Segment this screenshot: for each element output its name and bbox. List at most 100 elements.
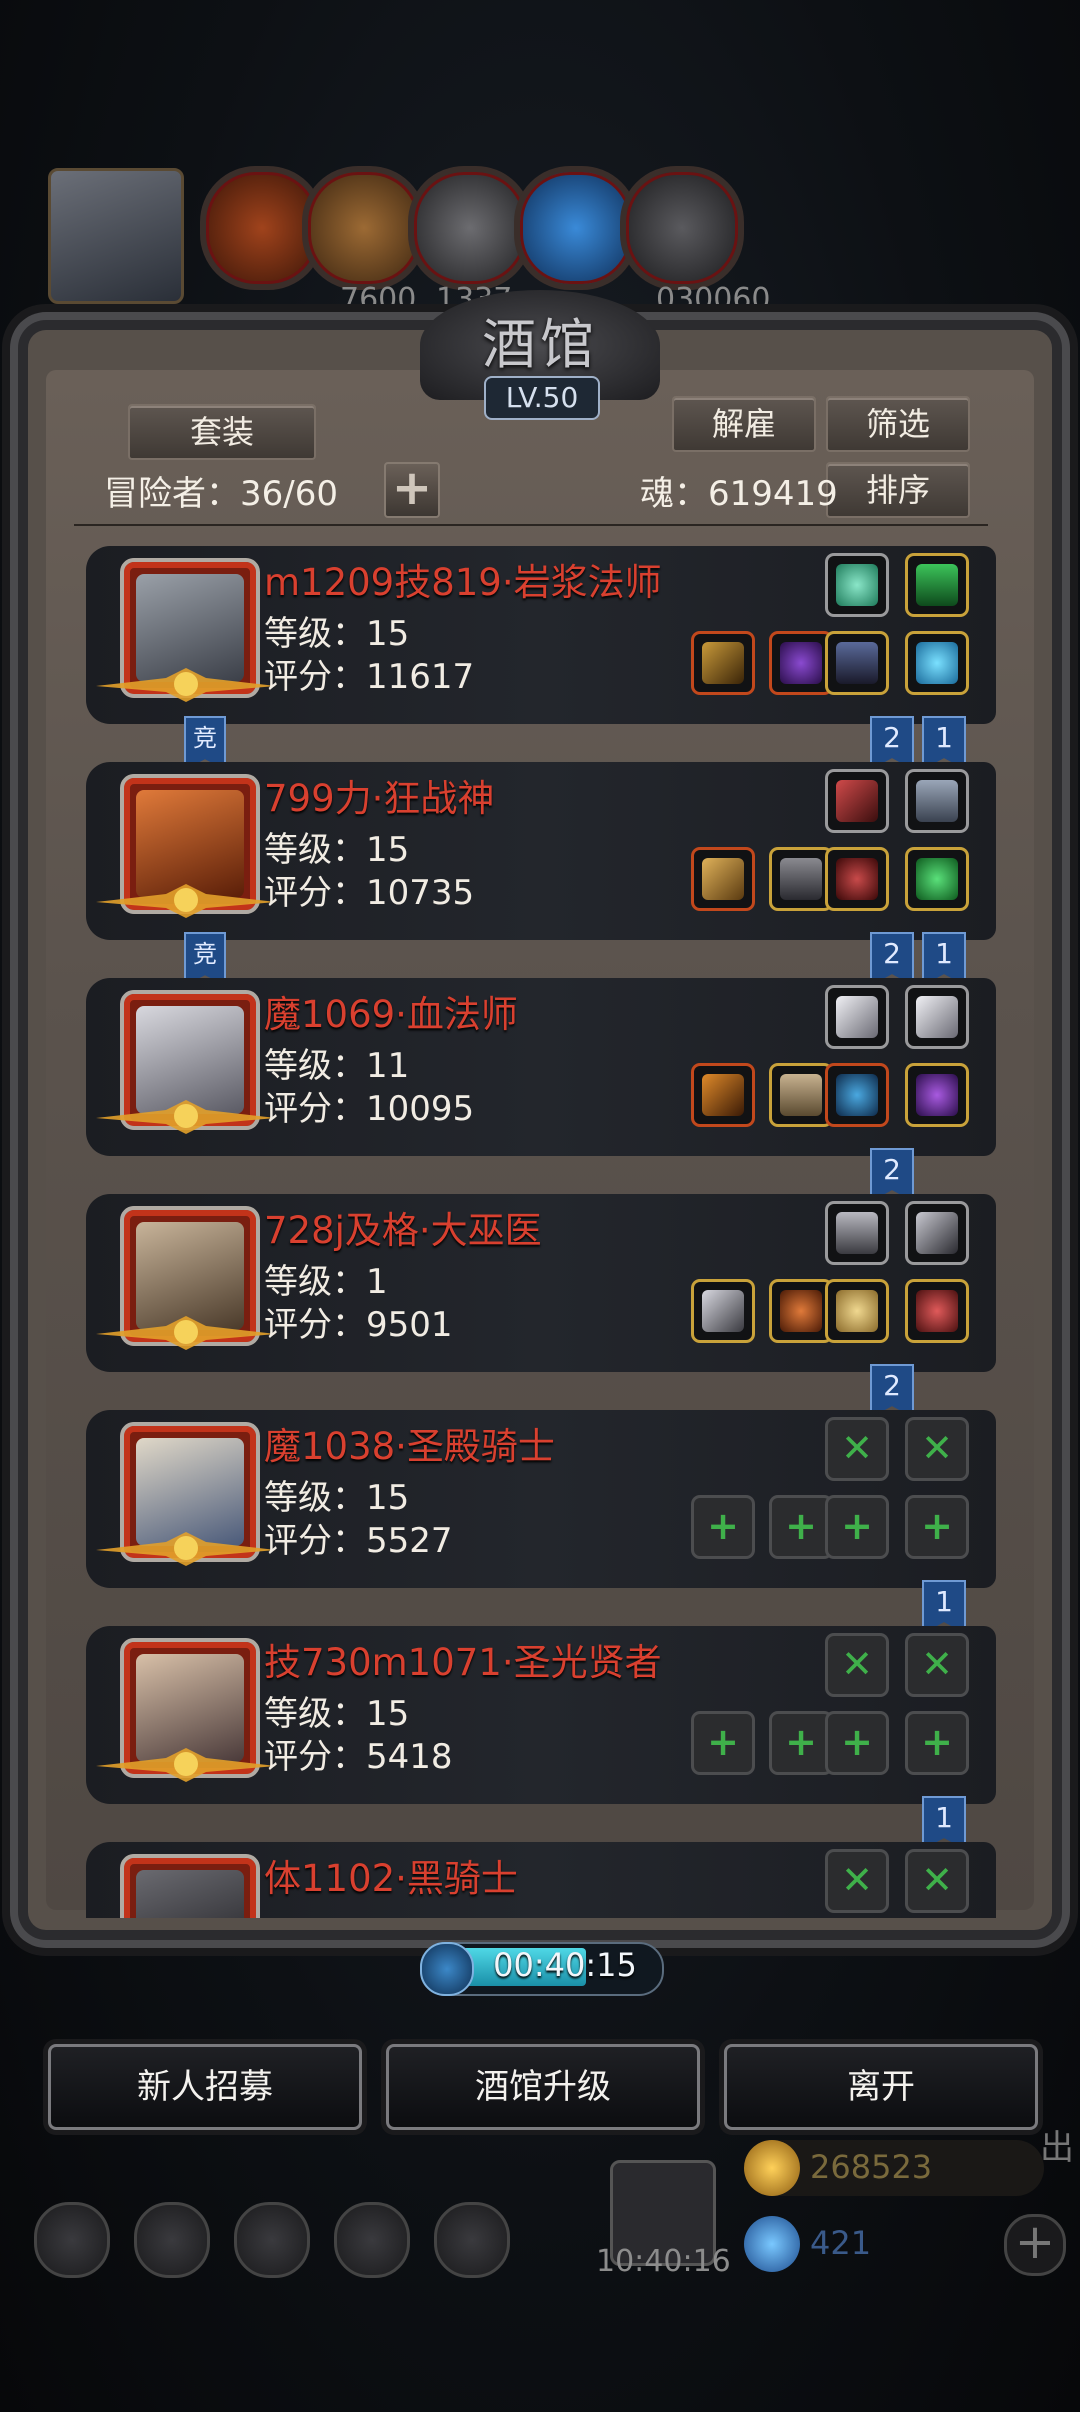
orb-slot[interactable]: [828, 1282, 886, 1340]
wing-slot[interactable]: [828, 988, 886, 1046]
hero-card[interactable]: 体1102·黑骑士 ✕ ✕: [86, 1842, 996, 1918]
rank-wing-icon: [96, 1748, 276, 1782]
staff-slot[interactable]: [694, 1066, 752, 1124]
feather-slot[interactable]: [828, 772, 886, 830]
rank-wing-icon: [96, 1316, 276, 1350]
dismiss-button[interactable]: 解雇: [672, 396, 816, 452]
hero-card[interactable]: 魔1038·圣殿骑士 等级：15 评分：5527 ✕ ✕ + + + +: [86, 1410, 996, 1588]
expand-capacity-button[interactable]: +: [384, 462, 440, 518]
helmet-slot[interactable]: [828, 850, 886, 908]
menu-icon[interactable]: [34, 2202, 110, 2278]
hero-name: 魔1038·圣殿骑士: [264, 1425, 555, 1468]
hero-list[interactable]: m1209技819·岩浆法师 等级：15 评分：11617 竞 2 1 799力…: [56, 536, 996, 1918]
empty-equip-slot[interactable]: ✕: [908, 1852, 966, 1910]
empty-armor-slot[interactable]: +: [772, 1714, 830, 1772]
iron-amount: 030060: [656, 282, 771, 317]
empty-armor-slot[interactable]: +: [772, 1498, 830, 1556]
top-resource-bar: 7600 1337 030060: [40, 160, 1060, 317]
filter-button[interactable]: 筛选: [826, 396, 970, 452]
gift-timer: 10:40:16: [596, 2244, 731, 2279]
gem-icon: [744, 2216, 800, 2272]
header-divider: [74, 524, 988, 526]
hero-level: 等级：15: [264, 1694, 410, 1734]
dice-icon[interactable]: [434, 2202, 510, 2278]
dagger-slot[interactable]: [908, 1204, 966, 1262]
clock-icon: [420, 1942, 474, 1996]
upgrade-tavern-button[interactable]: 酒馆升级: [386, 2044, 700, 2130]
tavern-level-badge: LV.50: [484, 376, 600, 420]
hero-card[interactable]: 魔1069·血法师 等级：11 评分：10095: [86, 978, 996, 1156]
hero-card[interactable]: 799力·狂战神 等级：15 评分：10735: [86, 762, 996, 940]
leave-button[interactable]: 离开: [724, 2044, 1038, 2130]
empty-weapon-slot[interactable]: +: [694, 1498, 752, 1556]
hero-score: 评分：10095: [264, 1089, 475, 1129]
emblem-slot[interactable]: [828, 1204, 886, 1262]
empty-weapon-slot[interactable]: +: [694, 1714, 752, 1772]
gold-amount: 268523: [810, 2148, 933, 2186]
hero-score: 评分：5527: [264, 1521, 453, 1561]
ring-slot[interactable]: [908, 634, 966, 692]
empty-accessory-slot[interactable]: +: [828, 1498, 886, 1556]
armor-slot[interactable]: [772, 1282, 830, 1340]
gold-coin-icon: [744, 2140, 800, 2196]
sort-button[interactable]: 排序: [826, 462, 970, 518]
hero-score: 评分：9501: [264, 1305, 453, 1345]
recruit-button[interactable]: 新人招募: [48, 2044, 362, 2130]
ring-slot[interactable]: [908, 1066, 966, 1124]
armor-slot[interactable]: [772, 634, 830, 692]
axe-slot[interactable]: [694, 850, 752, 908]
weapon-slot[interactable]: [694, 634, 752, 692]
empty-accessory-slot[interactable]: +: [908, 1498, 966, 1556]
hero-name: 技730m1071·圣光贤者: [264, 1641, 662, 1684]
empty-equip-slot[interactable]: ✕: [828, 1852, 886, 1910]
wing-slot[interactable]: [908, 988, 966, 1046]
hero-name: 799力·狂战神: [264, 777, 495, 820]
offhand-slot[interactable]: [828, 634, 886, 692]
hero-level: 等级：11: [264, 1046, 410, 1086]
hero-card[interactable]: m1209技819·岩浆法师 等级：15 评分：11617: [86, 546, 996, 724]
offhand-slot[interactable]: [828, 1066, 886, 1124]
empty-equip-slot[interactable]: ✕: [828, 1420, 886, 1478]
iron-resource-icon[interactable]: [620, 166, 744, 290]
mail-icon[interactable]: [334, 2202, 410, 2278]
side-label: 出: [1040, 2128, 1074, 2168]
hero-name: 728j及格·大巫医: [264, 1209, 542, 1252]
hero-avatar-frame: [120, 1854, 260, 1918]
rank-wing-icon: [96, 668, 276, 702]
staff-slot[interactable]: [694, 1282, 752, 1340]
hero-name: 体1102·黑骑士: [264, 1857, 518, 1900]
hero-name: m1209技819·岩浆法师: [264, 561, 662, 604]
rank-wing-icon: [96, 1532, 276, 1566]
empty-accessory-slot[interactable]: +: [908, 1714, 966, 1772]
star-icon[interactable]: [134, 2202, 210, 2278]
set-button[interactable]: 套装: [128, 404, 316, 460]
scroll-slot[interactable]: [908, 772, 966, 830]
soul-count: 魂：619419: [640, 474, 838, 514]
hero-score: 评分：10735: [264, 873, 475, 913]
hero-level: 等级：1: [264, 1262, 388, 1302]
hero-level: 等级：15: [264, 614, 410, 654]
hero-score: 评分：11617: [264, 657, 475, 697]
hero-card[interactable]: 728j及格·大巫医 等级：1 评分：9501: [86, 1194, 996, 1372]
empty-equip-slot[interactable]: ✕: [828, 1636, 886, 1694]
ring-slot[interactable]: [908, 850, 966, 908]
timer-text: 00:40:15: [493, 1946, 637, 1984]
add-gems-button[interactable]: +: [1004, 2214, 1066, 2276]
necklace-slot[interactable]: [908, 1282, 966, 1340]
adventurer-count: 冒险者：36/60: [104, 474, 338, 514]
shop-icon[interactable]: [234, 2202, 310, 2278]
wood-amount: 7600: [340, 282, 417, 317]
hero-level: 等级：15: [264, 1478, 410, 1518]
hero-score: 评分：5418: [264, 1737, 453, 1777]
empty-equip-slot[interactable]: ✕: [908, 1420, 966, 1478]
empty-accessory-slot[interactable]: +: [828, 1714, 886, 1772]
book-slot[interactable]: [908, 556, 966, 614]
empty-equip-slot[interactable]: ✕: [908, 1636, 966, 1694]
armor-slot[interactable]: [772, 1066, 830, 1124]
gem-amount: 421: [810, 2224, 872, 2262]
hero-card[interactable]: 技730m1071·圣光贤者 等级：15 评分：5418 ✕ ✕ + + + +: [86, 1626, 996, 1804]
player-portrait[interactable]: [48, 168, 184, 304]
hero-level: 等级：15: [264, 830, 410, 870]
armor-slot[interactable]: [772, 850, 830, 908]
amulet-slot[interactable]: [828, 556, 886, 614]
